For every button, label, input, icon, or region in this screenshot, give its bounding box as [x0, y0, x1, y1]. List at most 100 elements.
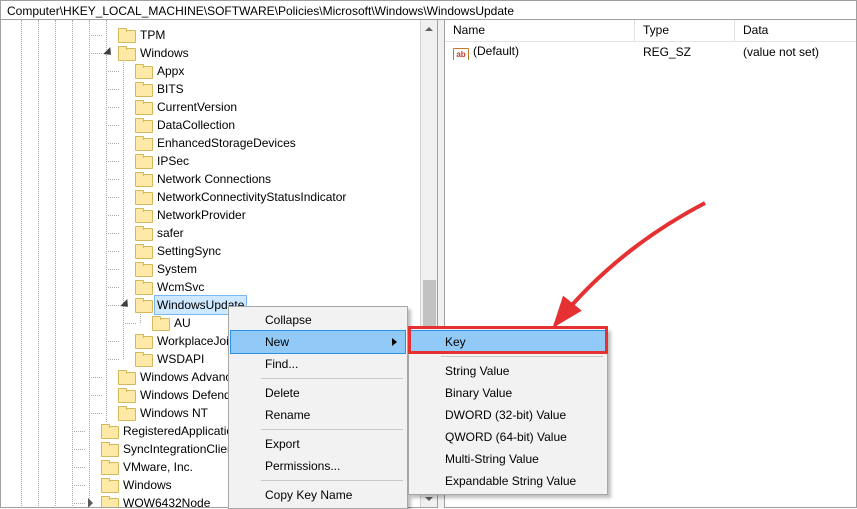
tree-label: EnhancedStorageDevices — [155, 134, 298, 152]
tree-label: safer — [155, 224, 186, 242]
values-header: Name Type Data — [445, 20, 856, 42]
separator — [261, 429, 403, 430]
folder-icon — [152, 316, 168, 330]
ctx-copy-key-name[interactable]: Copy Key Name — [231, 484, 405, 506]
folder-icon — [135, 64, 151, 78]
tree-node-windows[interactable]: Windows — [1, 44, 437, 62]
folder-icon — [101, 424, 117, 438]
folder-icon — [135, 100, 151, 114]
ctx-delete[interactable]: Delete — [231, 382, 405, 404]
ctx-new[interactable]: New — [231, 331, 405, 353]
tree-node-enhancedstorage[interactable]: EnhancedStorageDevices — [1, 134, 437, 152]
address-bar[interactable]: Computer\HKEY_LOCAL_MACHINE\SOFTWARE\Pol… — [0, 0, 857, 20]
tree-node-datacollection[interactable]: DataCollection — [1, 116, 437, 134]
tree-node-netstatus[interactable]: NetworkConnectivityStatusIndicator — [1, 188, 437, 206]
folder-icon — [135, 262, 151, 276]
sub-key[interactable]: Key — [411, 331, 605, 353]
cell-data: (value not set) — [735, 45, 856, 59]
address-text: Computer\HKEY_LOCAL_MACHINE\SOFTWARE\Pol… — [7, 4, 514, 18]
tree-label: WOW6432Node — [121, 494, 212, 508]
scroll-up-icon[interactable] — [421, 20, 437, 37]
tree-node-safer[interactable]: safer — [1, 224, 437, 242]
tree-label: SyncIntegrationClients — [121, 440, 245, 458]
folder-icon — [101, 442, 117, 456]
folder-icon — [135, 208, 151, 222]
folder-icon — [135, 190, 151, 204]
tree-label: WSDAPI — [155, 350, 206, 368]
col-type[interactable]: Type — [635, 20, 735, 41]
ctx-find[interactable]: Find... — [231, 353, 405, 375]
folder-icon — [135, 172, 151, 186]
sub-qword[interactable]: QWORD (64-bit) Value — [411, 426, 605, 448]
folder-icon — [101, 478, 117, 492]
separator — [261, 480, 403, 481]
tree-label: IPSec — [155, 152, 191, 170]
ctx-export[interactable]: Export — [231, 433, 405, 455]
context-menu[interactable]: Collapse New Find... Delete Rename Expor… — [228, 306, 408, 509]
tree-label: BITS — [155, 80, 186, 98]
folder-icon — [118, 388, 134, 402]
folder-icon — [135, 244, 151, 258]
submenu-arrow-icon — [392, 338, 397, 346]
tree-node-netprovider[interactable]: NetworkProvider — [1, 206, 437, 224]
tree-node-system[interactable]: System — [1, 260, 437, 278]
ctx-rename[interactable]: Rename — [231, 404, 405, 426]
tree-label: Windows NT — [138, 404, 210, 422]
folder-icon — [135, 136, 151, 150]
tree-label: AU — [172, 314, 193, 332]
col-data[interactable]: Data — [735, 20, 856, 41]
folder-icon — [135, 82, 151, 96]
sub-dword[interactable]: DWORD (32-bit) Value — [411, 404, 605, 426]
folder-icon — [135, 154, 151, 168]
tree-node-bits[interactable]: BITS — [1, 80, 437, 98]
folder-icon — [135, 280, 151, 294]
ctx-collapse[interactable]: Collapse — [231, 309, 405, 331]
folder-icon — [135, 226, 151, 240]
tree-label: NetworkProvider — [155, 206, 248, 224]
expand-icon[interactable] — [85, 497, 97, 508]
tree-label: Windows — [138, 44, 191, 62]
cell-type: REG_SZ — [635, 45, 735, 59]
folder-icon — [118, 28, 134, 42]
folder-icon — [135, 298, 151, 312]
folder-icon — [101, 460, 117, 474]
tree-label: VMware, Inc. — [121, 458, 195, 476]
collapse-icon[interactable] — [102, 47, 114, 59]
tree-label: DataCollection — [155, 116, 237, 134]
tree-node-ipsec[interactable]: IPSec — [1, 152, 437, 170]
tree-label: SettingSync — [155, 242, 223, 260]
folder-icon — [118, 406, 134, 420]
folder-icon — [118, 46, 134, 60]
sub-string[interactable]: String Value — [411, 360, 605, 382]
tree-label: WorkplaceJoin — [155, 332, 237, 350]
sub-expand[interactable]: Expandable String Value — [411, 470, 605, 492]
tree-node-wcmsvc[interactable]: WcmSvc — [1, 278, 437, 296]
tree-label: System — [155, 260, 199, 278]
context-submenu-new[interactable]: Key String Value Binary Value DWORD (32-… — [408, 328, 608, 495]
tree-node-tpm[interactable]: TPM — [1, 26, 437, 44]
tree-label: Windows Advance — [138, 368, 240, 386]
value-row-default[interactable]: ab (Default) REG_SZ (value not set) — [445, 42, 856, 62]
col-name[interactable]: Name — [445, 20, 635, 41]
folder-icon — [118, 370, 134, 384]
collapse-icon[interactable] — [119, 299, 131, 311]
tree-node-settingsync[interactable]: SettingSync — [1, 242, 437, 260]
tree-label: Windows — [121, 476, 174, 494]
sub-multi[interactable]: Multi-String Value — [411, 448, 605, 470]
folder-icon — [135, 334, 151, 348]
tree-label: NetworkConnectivityStatusIndicator — [155, 188, 348, 206]
folder-icon — [101, 496, 117, 508]
sub-binary[interactable]: Binary Value — [411, 382, 605, 404]
tree-label: CurrentVersion — [155, 98, 239, 116]
tree-label: Appx — [155, 62, 186, 80]
tree-node-netconn[interactable]: Network Connections — [1, 170, 437, 188]
cell-name: ab (Default) — [445, 44, 635, 60]
ctx-permissions[interactable]: Permissions... — [231, 455, 405, 477]
string-value-icon: ab — [453, 48, 469, 60]
tree-node-appx[interactable]: Appx — [1, 62, 437, 80]
tree-label: WcmSvc — [155, 278, 206, 296]
default-name: (Default) — [473, 44, 519, 58]
separator — [441, 356, 603, 357]
folder-icon — [135, 352, 151, 366]
tree-node-currentversion[interactable]: CurrentVersion — [1, 98, 437, 116]
